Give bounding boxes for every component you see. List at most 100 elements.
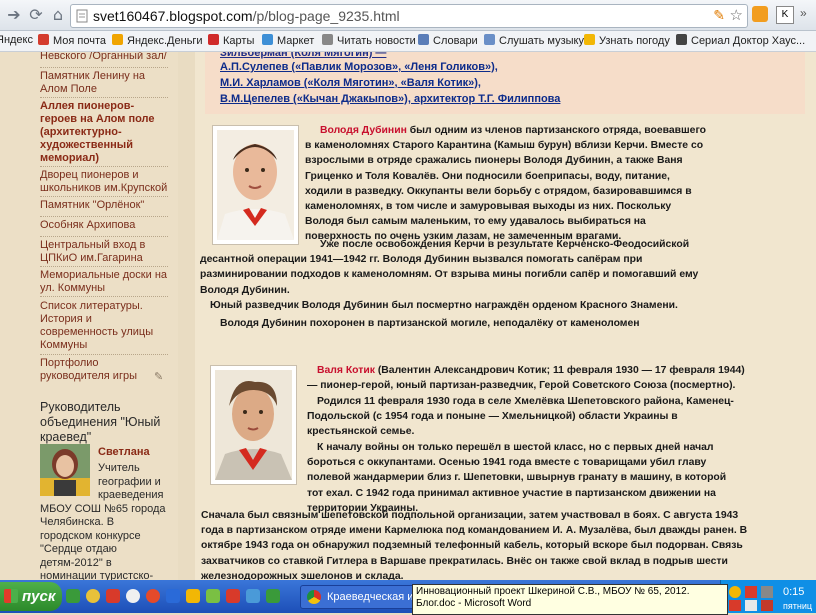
bookmark-item[interactable]: Читать новости [322, 34, 416, 47]
start-button[interactable]: пуск [0, 582, 62, 611]
tray-icon[interactable] [761, 600, 773, 611]
bookmark-item[interactable]: Яндекс [0, 34, 33, 46]
sidebar-link[interactable]: Центральный вход в ЦПКиО им.Гагарина [40, 239, 170, 265]
sidebar: Невского /Органный зал/ Памятник Ленину … [0, 52, 178, 580]
sidebar-link[interactable]: Список литературы. История и современнос… [40, 300, 170, 352]
tray-icon[interactable] [745, 600, 757, 611]
star-icon[interactable]: ☆ [730, 6, 743, 24]
kotik-name: Валя Котик [317, 365, 375, 376]
quicklaunch-icon[interactable] [86, 589, 100, 603]
credit-line[interactable]: А.П.Сулепев («Павлик Морозов», «Леня Гол… [220, 61, 498, 73]
leader-heading: Руководитель объединения "Юный краевед" [40, 400, 161, 444]
quicklaunch-icon[interactable] [246, 589, 260, 603]
sidebar-link[interactable]: Особняк Архипова [40, 219, 170, 232]
quicklaunch-icon[interactable] [66, 589, 80, 603]
divider [40, 266, 168, 267]
sidebar-link[interactable]: Памятник "Орлёнок" [40, 199, 170, 212]
extension-icon[interactable] [752, 6, 768, 22]
dictionary-icon [418, 34, 429, 45]
bookmark-item[interactable]: Словари [418, 34, 478, 47]
divider [40, 97, 168, 98]
reload-icon[interactable]: ⟳ [26, 5, 46, 25]
money-icon [112, 34, 123, 45]
leader-description: Учитель географии и краеведения МБОУ СОШ… [40, 462, 166, 580]
page-menu-icon[interactable]: K [776, 6, 794, 24]
divider [40, 166, 168, 167]
bookmark-item[interactable]: Слушать музыку [484, 34, 584, 47]
address-bar[interactable]: svet160467.blogspot.com/p/blog-page_9235… [70, 4, 748, 28]
tray-icon[interactable] [745, 586, 757, 598]
windows-logo-icon [4, 589, 18, 603]
taskbar-tooltip: Инновационный проект Шкериной С.В., МБОУ… [412, 584, 728, 615]
portrait-dubinin [213, 126, 298, 244]
music-icon [484, 34, 495, 45]
divider [40, 296, 168, 297]
bookmark-item[interactable]: Маркет [262, 34, 314, 47]
weather-icon [584, 34, 595, 45]
sidebar-link[interactable]: Портфолио руководителя игры [40, 357, 170, 383]
sidebar-link[interactable]: Дворец пионеров и школьников им.Крупской [40, 169, 170, 195]
browser-toolbar: ➔ ⟳ ⌂ svet160467.blogspot.com/p/blog-pag… [0, 0, 816, 31]
clock-day: пятниц [783, 601, 813, 611]
credit-line[interactable]: М.И. Харламов («Коля Мяготин», «Валя Кот… [220, 77, 481, 89]
quicklaunch-icon[interactable] [266, 589, 280, 603]
bookmark-item[interactable]: Карты [208, 34, 254, 47]
system-tray: 0:15 пятниц [720, 580, 816, 613]
quicklaunch-icon[interactable] [186, 589, 200, 603]
portrait-kotik [211, 366, 296, 484]
kotik-para-3: К началу войны он только перешёл в шесто… [307, 442, 727, 514]
bookmark-item[interactable]: Узнать погоду [584, 34, 670, 47]
divider [40, 196, 168, 197]
main-content: Зильберман (Коля Мягогин) — А.П.Сулепев … [195, 52, 816, 580]
quicklaunch-icon[interactable] [206, 589, 220, 603]
maps-icon [208, 34, 219, 45]
quicklaunch-icon[interactable] [166, 589, 180, 603]
home-icon[interactable]: ⌂ [48, 5, 68, 25]
sidebar-link[interactable]: Аллея пионеров-героев на Алом поле (архи… [40, 100, 170, 165]
leader-name[interactable]: Светлана [98, 446, 150, 458]
search-icon[interactable]: ✎ [713, 7, 725, 24]
news-icon [322, 34, 333, 45]
edit-icon[interactable]: ✎ [154, 370, 163, 383]
tray-icon[interactable] [729, 586, 741, 598]
web-page: Невского /Органный зал/ Памятник Ленину … [0, 52, 816, 580]
quicklaunch-icon[interactable] [146, 589, 160, 603]
tray-icon[interactable] [761, 586, 773, 598]
credit-line-cut: Зильберман (Коля Мягогин) — [220, 52, 387, 59]
mail-icon [38, 34, 49, 45]
divider [40, 354, 168, 355]
url-text: svet160467.blogspot.com/p/blog-page_9235… [93, 8, 400, 24]
bookmark-item[interactable]: Моя почта [38, 34, 106, 47]
tray-icon[interactable] [729, 600, 741, 611]
clock-time[interactable]: 0:15 [783, 586, 804, 598]
bookmarks-bar: Яндекс Моя почта Яндекс.Деньги Карты Мар… [0, 31, 816, 52]
bookmark-item[interactable]: Яндекс.Деньги [112, 34, 203, 47]
dubinin-para-4: Володя Дубинин похоронен в партизанской … [220, 318, 640, 329]
divider [40, 67, 168, 68]
market-icon [262, 34, 273, 45]
quicklaunch-icon[interactable] [126, 589, 140, 603]
sidebar-link[interactable]: Невского /Органный зал/ [40, 52, 170, 63]
dubinin-para-3: Юный разведчик Володя Дубинин был посмер… [210, 300, 678, 311]
avatar-spacer [40, 462, 98, 498]
video-icon [676, 34, 687, 45]
divider [40, 216, 168, 217]
dubinin-para-1: Володя Дубинин был одним из членов парти… [305, 125, 707, 243]
kotik-para-2: Родился 11 февраля 1930 года в селе Хмел… [307, 396, 734, 438]
kotik-para-4: Сначала был связным шепетовской подпольн… [201, 510, 748, 580]
quicklaunch-icon[interactable] [226, 589, 240, 603]
chrome-icon [307, 590, 321, 604]
divider [40, 236, 168, 237]
bookmark-item[interactable]: Сериал Доктор Хаус... [676, 34, 805, 47]
dubinin-para-2: Уже после освобождения Керчи в результат… [200, 239, 699, 296]
credit-line[interactable]: В.М.Цепелев («Кычан Джакыпов»), архитект… [220, 93, 560, 105]
page-icon [76, 9, 88, 23]
chevron-right-icon[interactable]: » [800, 6, 807, 20]
forward-icon[interactable]: ➔ [4, 5, 24, 25]
sidebar-link[interactable]: Мемориальные доски на ул. Коммуны [40, 269, 170, 295]
credits-box: Зильберман (Коля Мягогин) — А.П.Сулепев … [205, 52, 805, 114]
kotik-para-1: Валя Котик (Валентин Александрович Котик… [307, 365, 745, 392]
sidebar-link[interactable]: Памятник Ленину на Алом Поле [40, 70, 170, 96]
dubinin-name: Володя Дубинин [320, 125, 407, 136]
quicklaunch-icon[interactable] [106, 589, 120, 603]
